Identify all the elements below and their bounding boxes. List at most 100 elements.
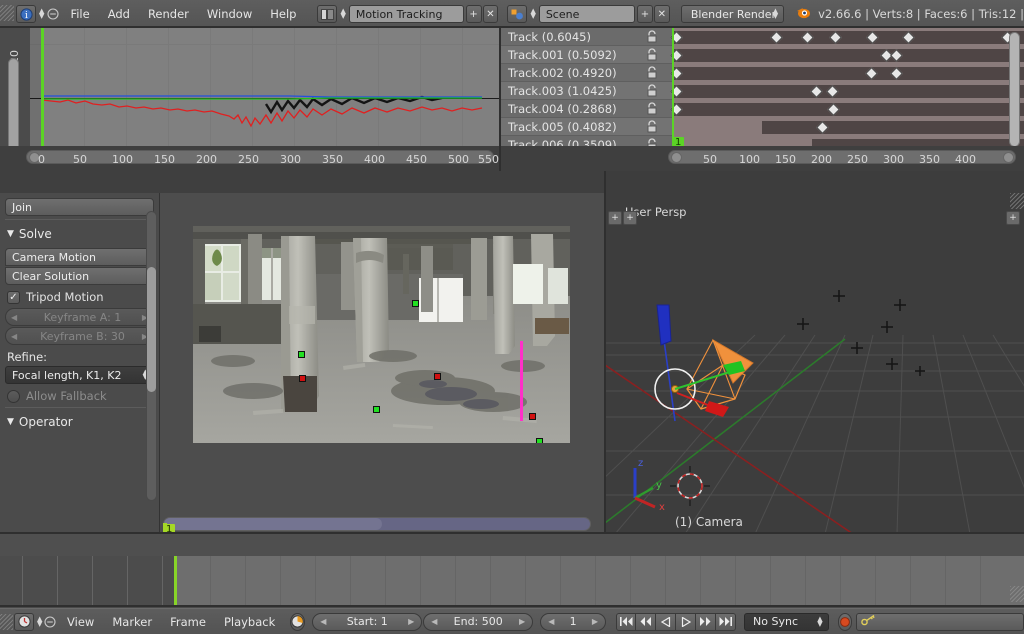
track-row[interactable]: Track.003 (1.0425)	[500, 82, 672, 100]
timeline-playback-menu[interactable]: Playback	[215, 612, 284, 632]
menu-render[interactable]: Render	[139, 4, 198, 24]
previous-keyframe-icon[interactable]	[636, 612, 657, 631]
refine-dropdown[interactable]: Focal length, K1, K2 ▲▼	[5, 366, 154, 384]
chevron-left-icon[interactable]: ◀	[548, 615, 554, 628]
timeline-frame-menu[interactable]: Frame	[161, 612, 215, 632]
n-panel-expand-icon[interactable]: +	[1006, 211, 1020, 225]
add-screen-button[interactable]: +	[465, 5, 482, 23]
chevron-right-icon[interactable]: ▶	[519, 615, 525, 628]
track-marker-green[interactable]	[373, 406, 380, 413]
solve-panel-header[interactable]: ▼ Solve	[5, 223, 154, 245]
menu-help[interactable]: Help	[261, 4, 305, 24]
keyframe-a-field[interactable]: ◀ Keyframe A: 1 ▶	[5, 308, 154, 326]
tripod-motion-checkbox[interactable]: ✓	[7, 290, 20, 304]
render-engine-dropdown[interactable]: Blender Render ▲ ▼	[680, 5, 785, 23]
toolshelf-scrollbar[interactable]	[146, 211, 157, 501]
collapse-icon[interactable]	[42, 613, 58, 631]
lock-icon[interactable]	[646, 84, 658, 100]
keyframe-b-field[interactable]: ◀ Keyframe B: 30 ▶	[5, 327, 154, 345]
next-keyframe-icon[interactable]	[696, 612, 717, 631]
track-row[interactable]: Track.001 (0.5092)	[500, 46, 672, 64]
allow-fallback-checkbox[interactable]	[7, 389, 20, 403]
track-marker-red[interactable]	[434, 373, 441, 380]
start-frame-field[interactable]: ◀ Start: 1 ▶	[312, 612, 423, 631]
track-marker-green[interactable]	[536, 438, 543, 443]
allow-fallback-label: Allow Fallback	[26, 389, 107, 403]
chevron-left-icon[interactable]: ◀	[431, 615, 437, 628]
screen-layout-name[interactable]: Motion Tracking	[348, 5, 464, 23]
chevron-right-icon[interactable]: ▶	[408, 615, 414, 628]
timeline-marker-menu[interactable]: Marker	[103, 612, 161, 632]
chevron-right-icon[interactable]: ▶	[592, 615, 598, 628]
chevron-left-icon[interactable]: ◀	[11, 332, 17, 341]
clip-frame-scrollbar[interactable]	[163, 517, 591, 531]
track-marker-green[interactable]	[298, 351, 305, 358]
track-marker-green[interactable]	[412, 300, 419, 307]
dopesheet-playhead[interactable]	[672, 28, 674, 149]
view3d-canvas[interactable]: z y x User Persp (1) Camera + + +	[605, 193, 1024, 534]
track-row[interactable]: Track.004 (0.2868)	[500, 100, 672, 118]
movie-clip-frame[interactable]	[193, 226, 570, 443]
timeline-view-menu[interactable]: View	[58, 612, 103, 632]
scene-name[interactable]: Scene	[538, 5, 635, 23]
play-reverse-icon[interactable]	[656, 612, 677, 631]
track-path-line	[520, 341, 523, 421]
track-row[interactable]: Track.002 (0.4920)	[500, 64, 672, 82]
end-frame-field[interactable]: ◀ End: 500 ▶	[423, 612, 534, 631]
playback-controls[interactable]	[616, 612, 737, 631]
current-frame-field[interactable]: ◀ 1 ▶	[540, 612, 607, 631]
track-row[interactable]: Track (0.6045)	[500, 28, 672, 46]
tripod-motion-row[interactable]: ✓ Tripod Motion	[7, 290, 154, 304]
allow-fallback-row[interactable]: Allow Fallback	[7, 389, 154, 403]
menu-add[interactable]: Add	[99, 4, 139, 24]
editor-type-selector-timeline[interactable]: ▲ ▼	[14, 612, 42, 631]
join-button[interactable]: Join	[5, 198, 154, 216]
scene-icon[interactable]	[507, 5, 528, 23]
preview-range-icon[interactable]	[290, 612, 306, 631]
scene-selector[interactable]: ▲ ▼	[507, 5, 536, 23]
lock-icon[interactable]	[646, 120, 658, 136]
screen-layout-selector[interactable]: ▲ ▼	[317, 5, 346, 23]
menu-window[interactable]: Window	[198, 4, 261, 24]
chevron-left-icon[interactable]: ◀	[11, 313, 17, 322]
lock-icon[interactable]	[646, 102, 658, 118]
dopesheet-vertical-scrollbar[interactable]	[1009, 32, 1020, 147]
sync-mode-dropdown[interactable]: No Sync ▲ ▼	[744, 612, 829, 631]
jump-to-end-icon[interactable]	[716, 612, 737, 631]
collapse-icon[interactable]	[44, 5, 61, 23]
editor-type-selector-topbar[interactable]: i ▲ ▼	[16, 5, 44, 23]
timeline-icon[interactable]	[14, 612, 34, 631]
chevron-left-icon[interactable]: ◀	[320, 615, 326, 628]
blender-info-icon[interactable]: i	[16, 5, 36, 23]
track-marker-red[interactable]	[529, 413, 536, 420]
clip-viewport[interactable]: 1	[160, 193, 605, 534]
toolshelf-expand-icon[interactable]: +	[608, 211, 622, 225]
graph-xtick-50: 50	[73, 153, 87, 166]
menu-file[interactable]: File	[61, 4, 98, 24]
camera-motion-button[interactable]: Camera Motion	[5, 248, 154, 266]
play-icon[interactable]	[676, 612, 697, 631]
delete-screen-button[interactable]: ✕	[482, 5, 499, 23]
operator-panel-header[interactable]: ▼ Operator	[5, 411, 154, 433]
autokey-mode-dropdown[interactable]	[856, 612, 1024, 631]
timeline-canvas[interactable]	[0, 556, 1024, 606]
properties-expand-icon[interactable]: +	[623, 211, 637, 225]
jump-to-start-icon[interactable]	[616, 612, 637, 631]
add-scene-button[interactable]: +	[636, 5, 653, 23]
chevron-updown-icon[interactable]: ▲▼	[340, 8, 345, 20]
record-icon[interactable]	[837, 612, 853, 631]
lock-icon[interactable]	[646, 48, 658, 64]
clear-solution-button[interactable]: Clear Solution	[5, 267, 154, 285]
track-marker-red[interactable]	[299, 375, 306, 382]
delete-scene-button[interactable]: ✕	[653, 5, 670, 23]
chevron-updown-icon[interactable]: ▲▼	[530, 8, 535, 20]
lock-icon[interactable]	[646, 66, 658, 82]
timeline-playhead[interactable]	[174, 556, 177, 606]
lock-icon[interactable]	[646, 30, 658, 46]
screen-layout-icon[interactable]	[317, 5, 338, 23]
dope-scroll-knob-left[interactable]	[671, 152, 682, 163]
dope-scroll-knob-right[interactable]	[1003, 152, 1014, 163]
tripod-motion-label: Tripod Motion	[26, 290, 104, 304]
track-row[interactable]: Track.005 (0.4082)	[500, 118, 672, 136]
dopesheet-key-canvas[interactable]: 1	[670, 28, 1024, 152]
